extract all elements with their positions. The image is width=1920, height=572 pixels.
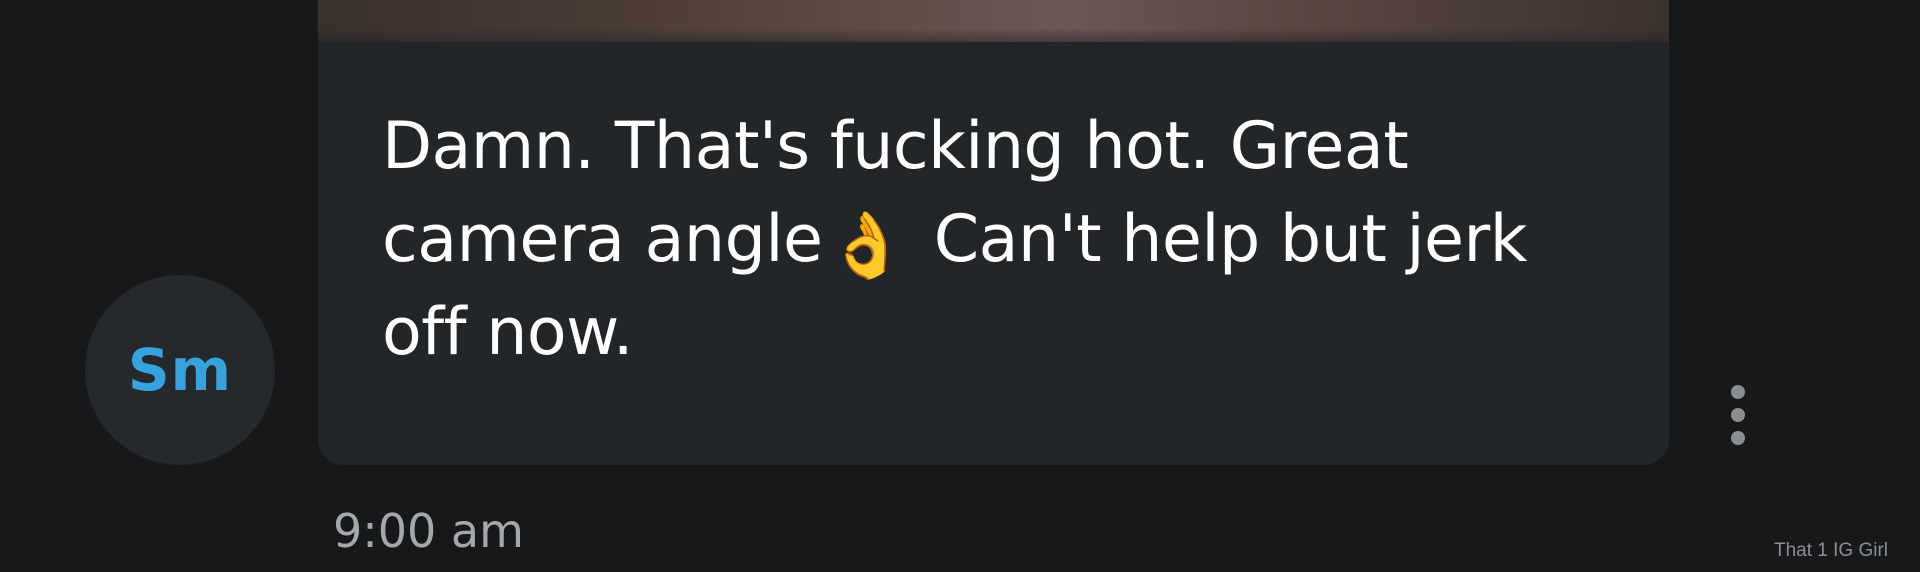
chat-view: Sm Damn. That's fucking hot. Great camer… xyxy=(0,0,1920,572)
vertical-ellipsis-icon xyxy=(1731,408,1745,422)
message-options-button[interactable] xyxy=(1727,385,1749,445)
image-attachment-preview[interactable] xyxy=(318,0,1669,42)
vertical-ellipsis-icon xyxy=(1731,385,1745,399)
ok-hand-emoji: 👌 xyxy=(826,209,906,283)
vertical-ellipsis-icon xyxy=(1731,431,1745,445)
watermark: That 1 IG Girl xyxy=(1773,540,1888,561)
message-bubble[interactable]: Damn. That's fucking hot. Great camera a… xyxy=(318,0,1669,465)
avatar-initials: Sm xyxy=(127,336,233,404)
message-text: Damn. That's fucking hot. Great camera a… xyxy=(382,100,1612,379)
sender-avatar[interactable]: Sm xyxy=(85,275,275,465)
message-timestamp: 9:00 am xyxy=(333,504,524,558)
